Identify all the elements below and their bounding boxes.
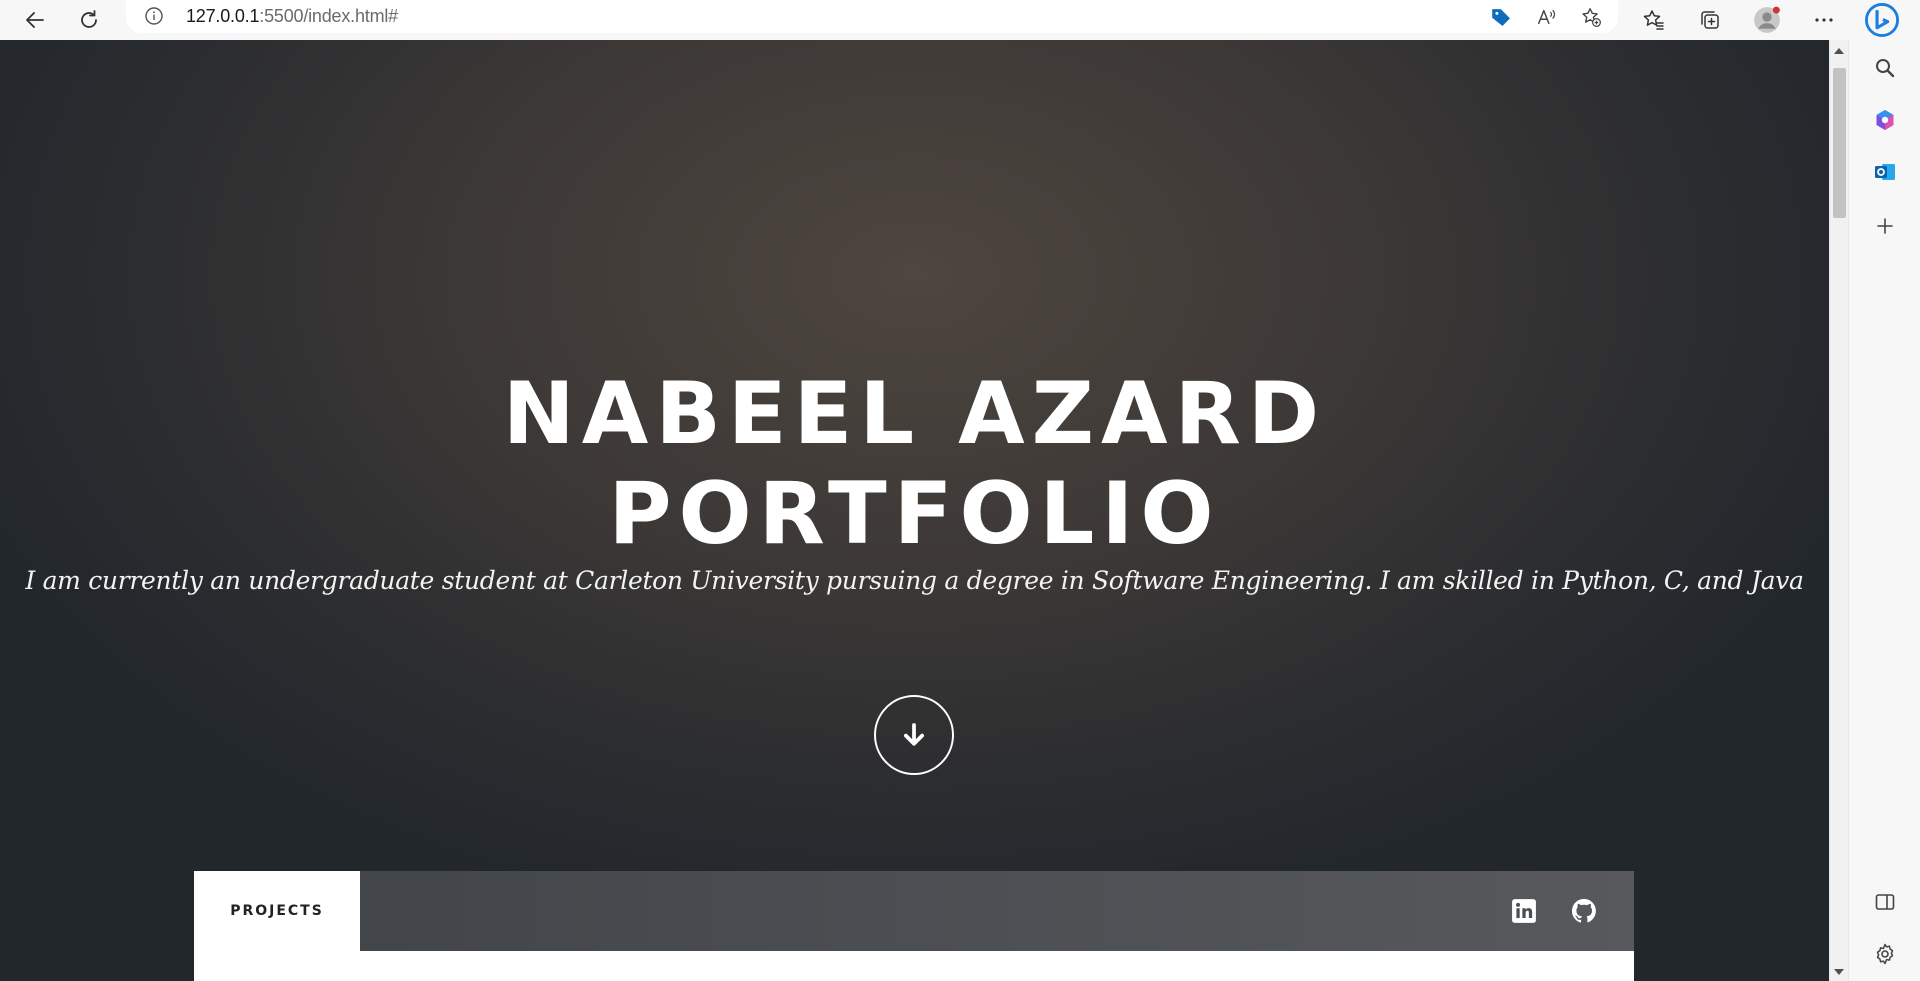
copilot-icon <box>1876 110 1894 130</box>
collections-icon <box>1701 11 1719 29</box>
favorites-icon <box>1643 10 1664 30</box>
projects-content-panel <box>194 951 1634 981</box>
url-text[interactable]: 127.0.0.1:5500/index.html# <box>186 6 398 27</box>
sidebar-split-screen-button[interactable] <box>1869 886 1901 918</box>
bing-button[interactable] <box>1864 2 1900 38</box>
back-button[interactable] <box>17 2 53 38</box>
portfolio-navbar: PROJECTS <box>194 871 1634 951</box>
profile-icon <box>1754 6 1780 33</box>
settings-icon <box>1876 943 1894 965</box>
arrow-down-icon <box>904 723 924 746</box>
sidebar-add-button[interactable] <box>1869 210 1901 242</box>
profile-button[interactable] <box>1749 2 1785 38</box>
page-scrollbar[interactable] <box>1829 40 1848 981</box>
tag-icon <box>1492 9 1510 26</box>
linkedin-link[interactable] <box>1510 897 1538 925</box>
page-viewport: NABEEL AZARD PORTFOLIO I am currently an… <box>0 40 1829 981</box>
sidebar-copilot-button[interactable] <box>1869 104 1901 136</box>
sidebar-search-button[interactable] <box>1869 52 1901 84</box>
back-icon <box>26 12 44 28</box>
url-path: :5500/index.html# <box>259 6 398 26</box>
bing-icon <box>1865 3 1899 37</box>
split-screen-icon <box>1875 894 1895 910</box>
github-icon <box>1571 898 1596 923</box>
linkedin-icon <box>1512 899 1536 923</box>
favorites-button[interactable] <box>1636 2 1672 38</box>
hero-title-line2: PORTFOLIO <box>608 464 1221 564</box>
add-favorite-button[interactable] <box>1578 4 1604 30</box>
add-icon <box>1877 218 1893 234</box>
shopping-tag-button[interactable] <box>1488 4 1514 30</box>
search-icon <box>1876 59 1895 78</box>
github-link[interactable] <box>1570 897 1598 925</box>
hero-subtitle: I am currently an undergraduate student … <box>25 566 1804 595</box>
hero-title: NABEEL AZARD PORTFOLIO <box>0 364 1829 564</box>
scroll-down-arrow[interactable] <box>1834 969 1844 975</box>
outlook-icon <box>1875 164 1895 180</box>
nav-tab-projects[interactable]: PROJECTS <box>194 871 360 951</box>
address-bar[interactable]: 127.0.0.1:5500/index.html# <box>126 0 1618 33</box>
scroll-down-button[interactable] <box>874 695 954 775</box>
refresh-button[interactable] <box>71 2 107 38</box>
sidebar-settings-button[interactable] <box>1869 938 1901 970</box>
sidebar-outlook-button[interactable] <box>1869 156 1901 188</box>
browser-sidebar <box>1848 40 1920 981</box>
read-aloud-button[interactable] <box>1534 4 1560 30</box>
browser-toolbar: 127.0.0.1:5500/index.html# <box>0 0 1920 40</box>
scroll-up-arrow[interactable] <box>1834 48 1844 54</box>
more-icon <box>1815 18 1833 22</box>
hero-title-line1: NABEEL AZARD <box>502 364 1327 464</box>
url-host: 127.0.0.1 <box>186 6 260 26</box>
read-aloud-icon <box>1538 9 1556 25</box>
add-favorite-icon <box>1582 8 1601 27</box>
collections-button[interactable] <box>1692 2 1728 38</box>
more-button[interactable] <box>1806 2 1842 38</box>
scrollbar-thumb[interactable] <box>1833 68 1846 218</box>
refresh-icon <box>81 10 97 28</box>
info-icon[interactable] <box>144 6 164 26</box>
